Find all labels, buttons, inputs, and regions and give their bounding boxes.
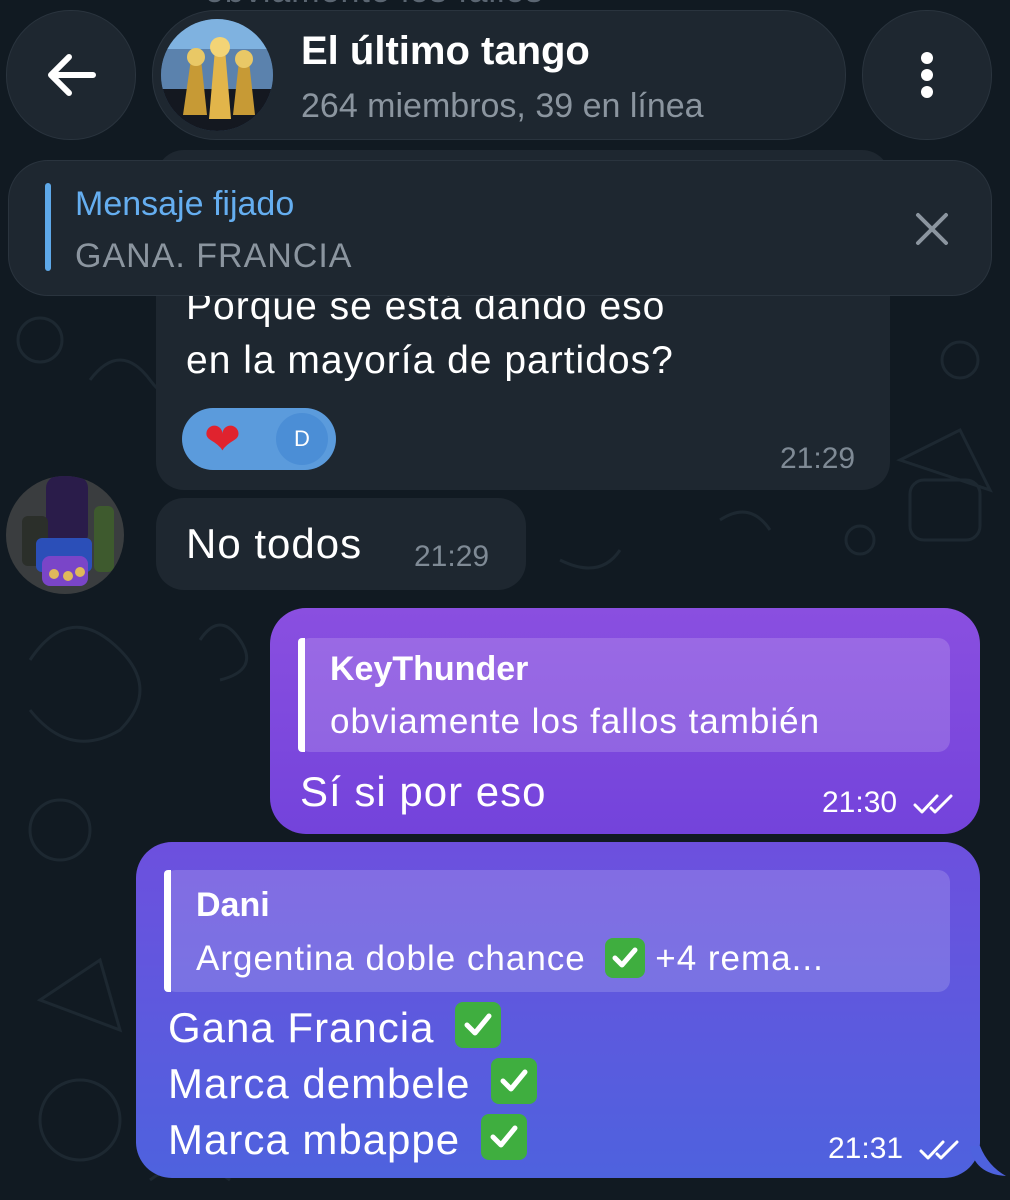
member-count: 264 miembros, 39 en línea xyxy=(301,87,704,125)
reply-quote[interactable]: KeyThunder obviamente los fallos también xyxy=(298,638,950,752)
message-bubble-incoming[interactable]: No todos 21:29 xyxy=(156,498,526,590)
reply-sender-name: Dani xyxy=(196,886,270,924)
message-text: No todos xyxy=(186,520,363,567)
double-check-icon xyxy=(913,794,953,814)
message-time: 21:30 xyxy=(822,786,898,819)
back-button[interactable] xyxy=(6,10,136,140)
double-check-icon xyxy=(919,1140,959,1160)
reaction-pill[interactable]: ❤ D xyxy=(182,408,336,470)
message-bubble-outgoing[interactable]: KeyThunder obviamente los fallos también… xyxy=(270,608,980,834)
reply-indicator xyxy=(298,638,305,752)
pinned-text: GANA. FRANCIA xyxy=(75,237,353,275)
message-time: 21:29 xyxy=(780,442,856,475)
more-vertical-icon xyxy=(921,52,933,98)
reply-sender-name: KeyThunder xyxy=(330,650,529,688)
bubble-tail xyxy=(970,1146,1006,1176)
check-mark-icon xyxy=(491,1058,538,1104)
check-mark-icon xyxy=(455,1002,502,1048)
sender-avatar[interactable] xyxy=(6,476,124,594)
pinned-label: Mensaje fijado xyxy=(75,185,295,223)
message-time: 21:29 xyxy=(414,540,490,573)
reaction-user-avatar: D xyxy=(276,413,328,465)
chat-title-bar[interactable]: El último tango 264 miembros, 39 en líne… xyxy=(152,10,846,140)
more-options-button[interactable] xyxy=(862,10,992,140)
reply-text: Argentina doble chance +4 rema... xyxy=(196,938,824,978)
check-mark-icon xyxy=(480,1114,527,1160)
message-status: 21:31 xyxy=(828,1132,965,1166)
arrow-left-icon xyxy=(48,54,96,96)
message-bubble-outgoing[interactable]: Dani Argentina doble chance +4 rema... G… xyxy=(136,842,980,1178)
reply-quote[interactable]: Dani Argentina doble chance +4 rema... xyxy=(164,870,950,992)
message-text: Porque se está dando eso en la mayoría d… xyxy=(186,285,674,382)
pinned-message-bar[interactable]: Mensaje fijado GANA. FRANCIA xyxy=(8,160,992,296)
check-mark-icon xyxy=(604,938,645,978)
heart-reaction-icon: ❤ xyxy=(204,415,241,464)
group-avatar[interactable] xyxy=(161,19,273,131)
message-text: Sí si por eso xyxy=(300,768,547,815)
close-icon[interactable] xyxy=(914,211,950,247)
message-status: 21:30 xyxy=(822,786,959,820)
reply-indicator xyxy=(164,870,171,992)
reply-text: obviamente los fallos también xyxy=(330,702,821,741)
pinned-indicator xyxy=(45,183,51,271)
chat-title: El último tango xyxy=(301,29,590,73)
message-time: 21:31 xyxy=(828,1132,904,1165)
message-text: Gana Francia Marca dembele Marca mbappe xyxy=(168,1000,538,1168)
